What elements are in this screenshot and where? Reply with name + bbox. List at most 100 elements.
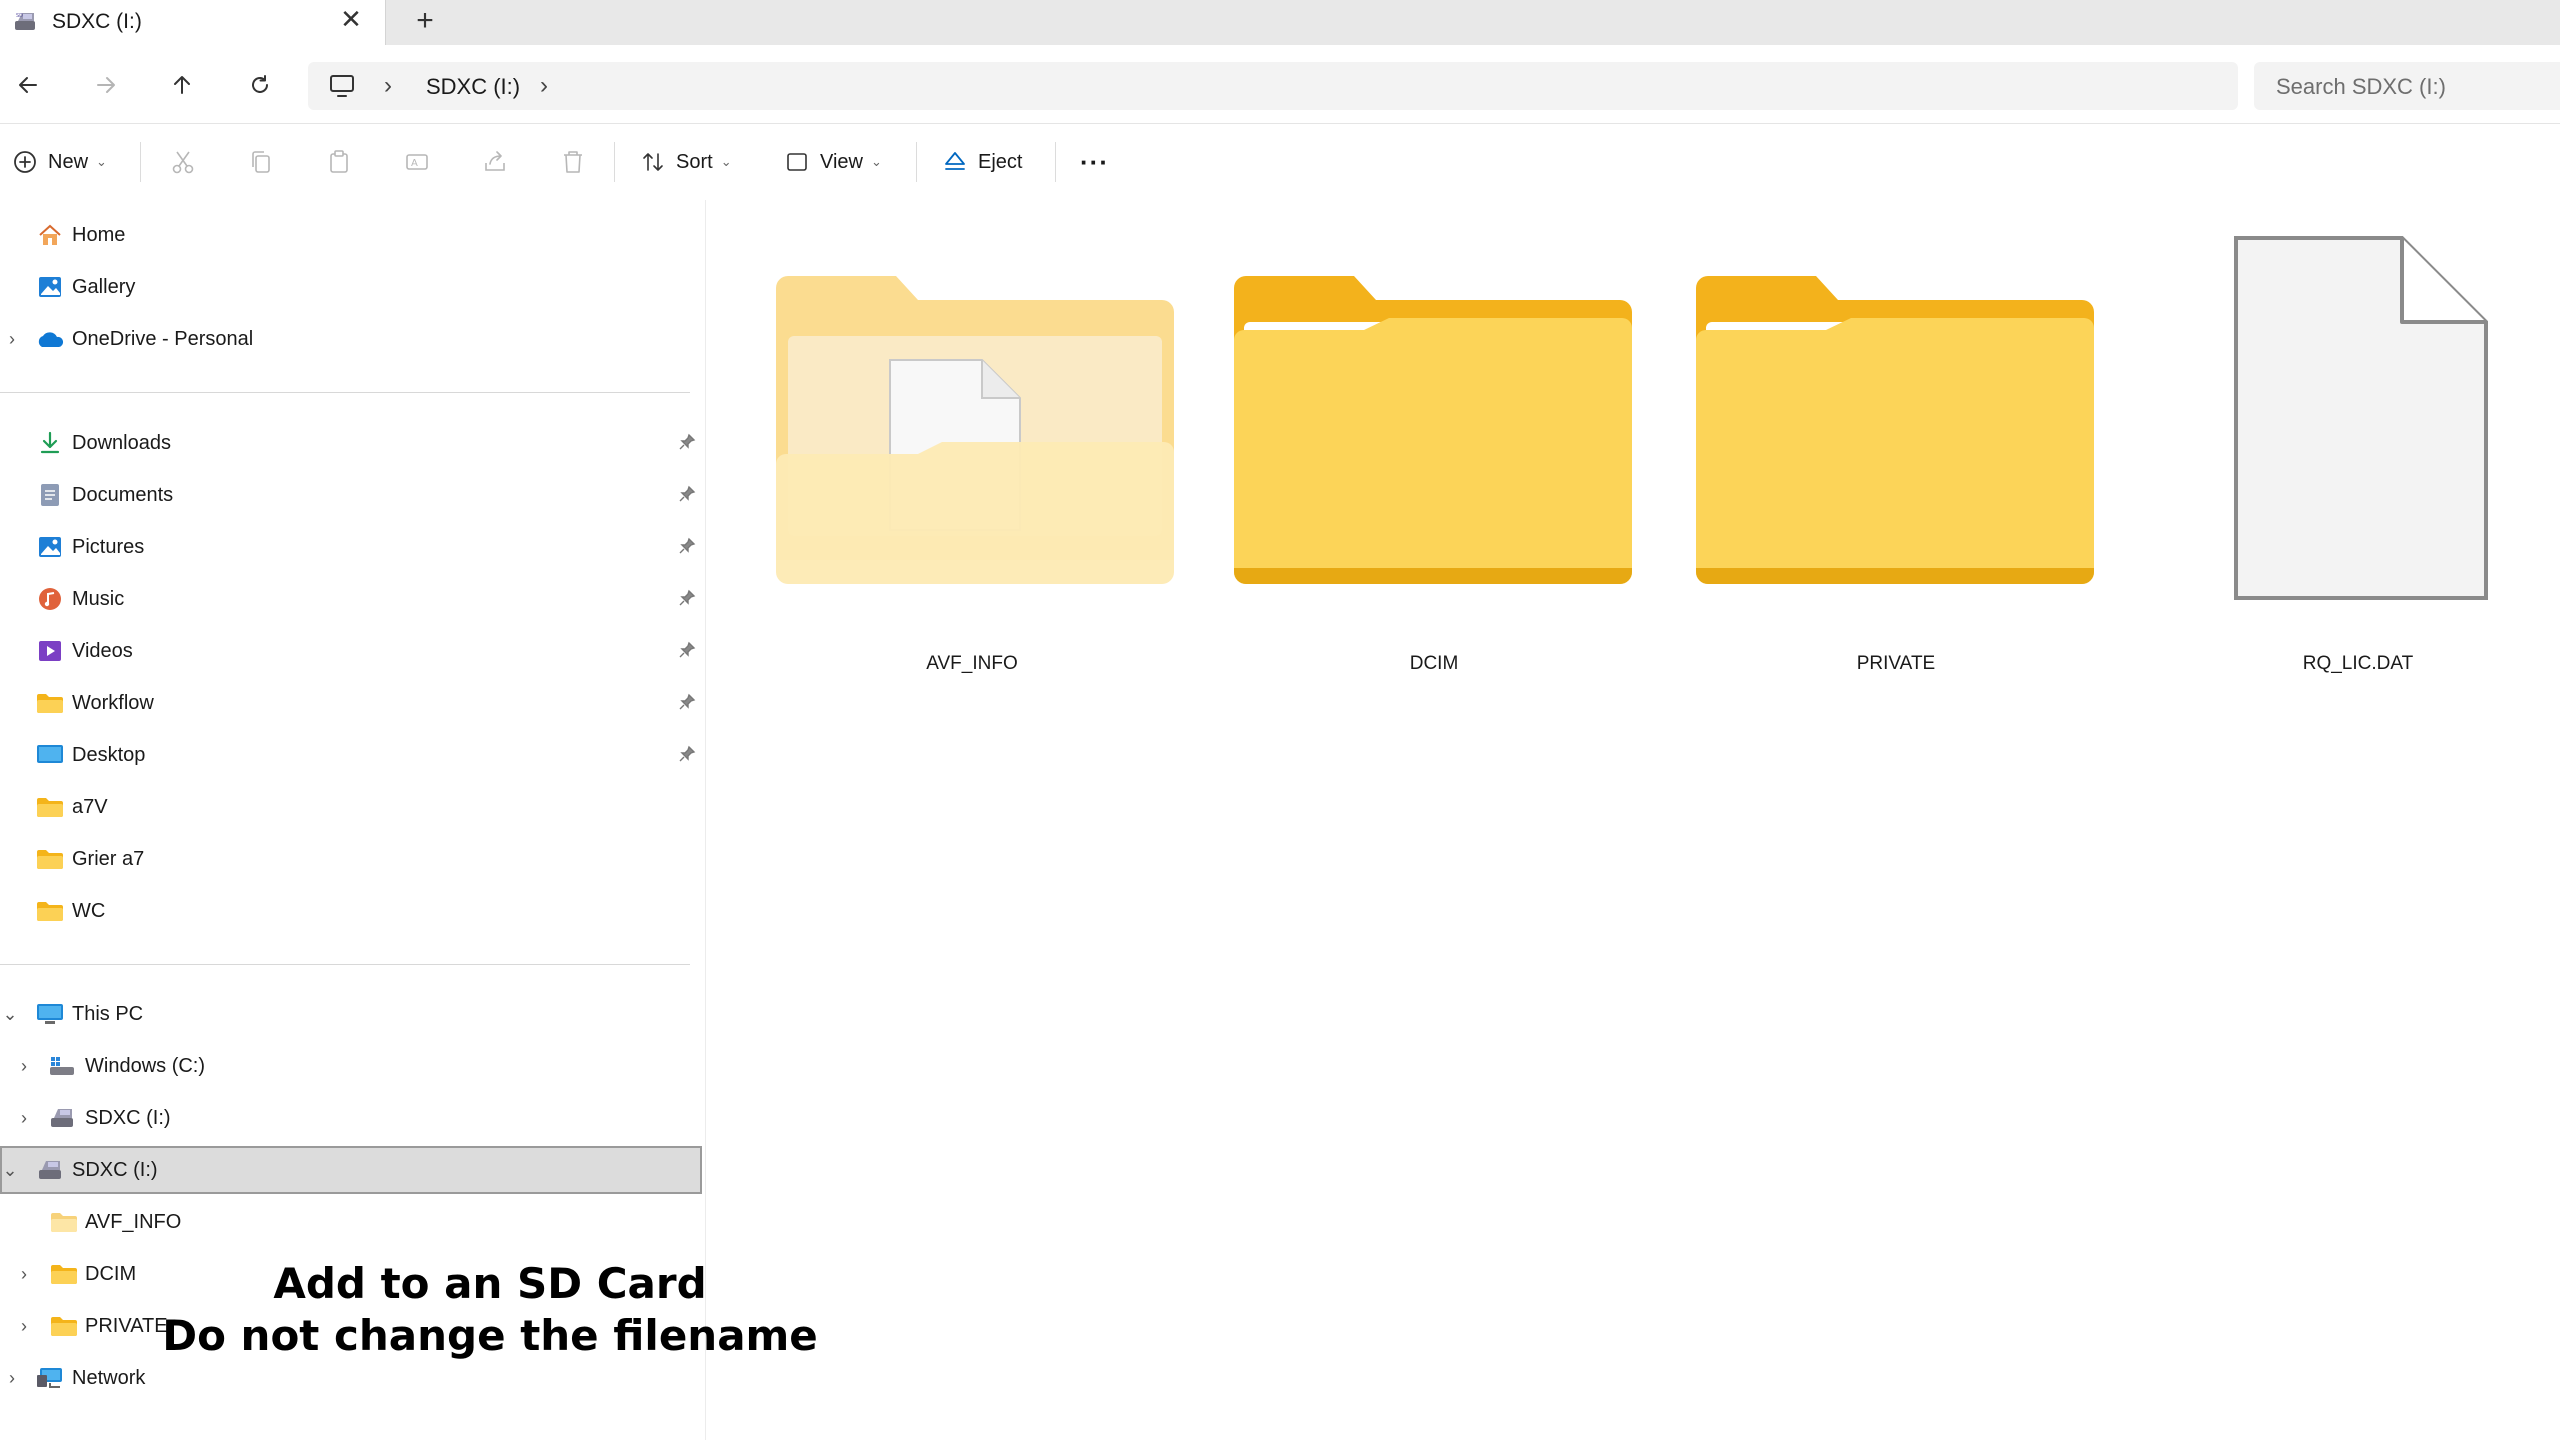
eject-button[interactable]: Eject (942, 144, 1022, 180)
view-button[interactable]: View ⌄ (784, 144, 882, 180)
chevron-right-icon[interactable]: › (2, 1368, 22, 1389)
desktop-icon (36, 741, 64, 769)
sidebar-item-this-pc[interactable]: ⌄ This PC (0, 990, 700, 1038)
sd-card-drive-icon (48, 1104, 76, 1132)
pin-icon[interactable] (678, 537, 696, 561)
delete-button[interactable] (560, 144, 586, 180)
sidebar-item-videos[interactable]: Videos (0, 627, 700, 675)
rename-icon: A (406, 154, 428, 170)
up-button[interactable] (162, 65, 202, 105)
new-tab-button[interactable]: + (408, 4, 442, 38)
folder-item-dcim[interactable]: DCIM (1214, 230, 1654, 674)
eject-label: Eject (978, 150, 1023, 173)
caption-line-2: Do not change the filename (162, 1311, 818, 1360)
toolbar-divider (140, 142, 141, 182)
search-input[interactable]: Search SDXC (I:) (2254, 62, 2560, 110)
copy-icon (252, 151, 270, 173)
breadcrumb-chevron[interactable]: › (384, 72, 392, 100)
sidebar-item-gallery[interactable]: Gallery (0, 263, 700, 311)
copy-button[interactable] (248, 144, 274, 180)
chevron-right-icon[interactable]: › (14, 1264, 34, 1285)
command-bar: New ⌄ A Sort ⌄ View ⌄ Eject ··· (0, 124, 2560, 201)
sidebar-item-avf-info[interactable]: AVF_INFO (0, 1198, 700, 1246)
sidebar-item-label: AVF_INFO (85, 1210, 182, 1233)
sort-button[interactable]: Sort ⌄ (640, 144, 732, 180)
sidebar-item-workflow[interactable]: Workflow (0, 679, 700, 727)
chevron-down-icon[interactable]: ⌄ (0, 1160, 20, 1181)
pin-icon[interactable] (678, 485, 696, 509)
chevron-right-icon[interactable]: › (2, 329, 22, 350)
document-icon (36, 481, 64, 509)
sidebar-item-grier-a7[interactable]: Grier a7 (0, 835, 700, 883)
home-icon (36, 221, 64, 249)
pin-icon[interactable] (678, 693, 696, 717)
sidebar-item-label: SDXC (I:) (85, 1106, 171, 1129)
tab-sdxc[interactable]: SD SDXC (I:) ✕ (0, 0, 386, 45)
sidebar-item-a7v[interactable]: a7V (0, 783, 700, 831)
sidebar-item-music[interactable]: Music (0, 575, 700, 623)
sidebar-item-label: Documents (72, 483, 174, 506)
sidebar-item-label: SDXC (I:) (72, 1158, 158, 1181)
sidebar-item-sdxc-selected[interactable]: ⌄ SDXC (I:) (0, 1146, 702, 1194)
sidebar-item-label: a7V (72, 795, 108, 818)
sidebar-item-pictures[interactable]: Pictures (0, 523, 700, 571)
folder-icon (36, 793, 64, 821)
folder-item-private[interactable]: PRIVATE (1676, 230, 2116, 674)
music-icon (36, 585, 64, 613)
new-button[interactable]: New ⌄ (12, 144, 107, 180)
clipboard-icon (330, 150, 348, 173)
sidebar-item-windows-c[interactable]: › Windows (C:) (0, 1042, 700, 1090)
sidebar-item-label: Workflow (72, 691, 154, 714)
pin-icon[interactable] (678, 641, 696, 665)
sidebar-item-desktop[interactable]: Desktop (0, 731, 700, 779)
file-item-rq-lic-dat[interactable]: RQ_LIC.DAT (2138, 230, 2560, 674)
plus-circle-icon (14, 151, 36, 173)
breadcrumb-sdxc[interactable]: SDXC (I:) (426, 74, 520, 100)
refresh-button[interactable] (240, 65, 280, 105)
more-options-button[interactable]: ··· (1080, 144, 1109, 180)
sidebar-item-downloads[interactable]: Downloads (0, 419, 700, 467)
eject-icon (945, 152, 965, 170)
close-tab-icon[interactable]: ✕ (336, 4, 366, 34)
folder-icon (50, 1208, 78, 1236)
sidebar-item-home[interactable]: Home (0, 211, 700, 259)
share-icon (485, 151, 505, 171)
chevron-right-icon[interactable]: › (14, 1316, 34, 1337)
svg-text:A: A (411, 158, 418, 169)
sd-card-drive-icon: SD (15, 13, 35, 30)
sidebar-item-documents[interactable]: Documents (0, 471, 700, 519)
sidebar-item-onedrive[interactable]: › OneDrive - Personal (0, 315, 700, 363)
paste-button[interactable] (326, 144, 352, 180)
sort-label: Sort (676, 150, 713, 173)
sidebar-item-label: Desktop (72, 743, 146, 766)
download-arrow-icon (36, 429, 64, 457)
arrow-left-icon (19, 77, 37, 93)
pictures-icon (36, 533, 64, 561)
folder-icon (50, 1312, 78, 1340)
cut-button[interactable] (170, 144, 196, 180)
sidebar-item-label: OneDrive - Personal (72, 327, 254, 350)
new-label: New (48, 150, 89, 173)
view-label: View (820, 150, 863, 173)
computer-icon (36, 1000, 64, 1028)
sidebar-item-wc[interactable]: WC (0, 887, 700, 935)
folder-icon (36, 845, 64, 873)
pin-icon[interactable] (678, 589, 696, 613)
folder-icon (50, 1260, 78, 1288)
chevron-right-icon[interactable]: › (14, 1108, 34, 1129)
address-bar[interactable]: › SDXC (I:) › (308, 62, 2238, 110)
pin-icon[interactable] (678, 745, 696, 769)
sidebar-item-sdxc[interactable]: › SDXC (I:) (0, 1094, 700, 1142)
chevron-down-icon[interactable]: ⌄ (0, 1004, 20, 1025)
rename-button[interactable]: A (404, 144, 430, 180)
chevron-right-icon[interactable]: › (14, 1056, 34, 1077)
back-button[interactable] (8, 65, 48, 105)
folder-item-avf-info[interactable]: AVF_INFO (752, 230, 1192, 674)
breadcrumb-chevron[interactable]: › (540, 72, 548, 100)
forward-button[interactable] (86, 65, 126, 105)
share-button[interactable] (482, 144, 508, 180)
sd-card-drive-icon (36, 1156, 64, 1184)
file-name: AVF_INFO (926, 653, 1018, 674)
pin-icon[interactable] (678, 433, 696, 457)
trash-icon (564, 151, 582, 173)
